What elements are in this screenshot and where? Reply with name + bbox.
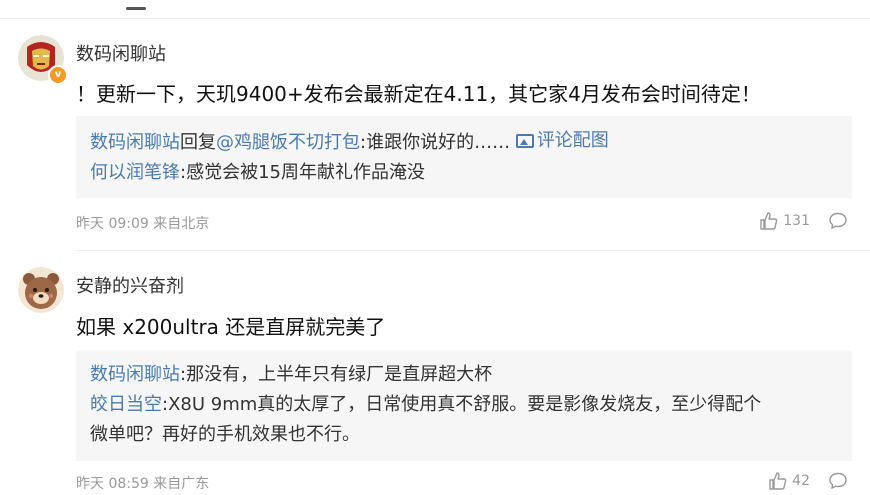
reply-item: 数码闲聊站:那没有，上半年只有绿厂是直屏超大杯 [90, 360, 838, 390]
bear-avatar-icon [18, 267, 64, 313]
comment-meta: 昨天 09:09 来自北京 [76, 216, 210, 232]
reply-mention[interactable]: @鸡腿饭不切打包 [216, 132, 360, 153]
reply-box[interactable]: 数码闲聊站回复@鸡腿饭不切打包:谁跟你说好的…… 评论配图 何以润笔锋:感觉会被… [76, 116, 852, 198]
reply-author[interactable]: 数码闲聊站 [90, 132, 180, 153]
reply-author[interactable]: 何以润笔锋 [90, 162, 180, 183]
reply-item: 数码闲聊站回复@鸡腿饭不切打包:谁跟你说好的…… 评论配图 [90, 126, 838, 158]
reply-text: :那没有，上半年只有绿厂是直屏超大杯 [180, 364, 493, 385]
comment-bubble-icon [829, 212, 847, 230]
comment-username[interactable]: 安静的兴奋剂 [76, 272, 184, 298]
verified-badge-icon: v [48, 65, 68, 85]
reply-author[interactable]: 皎日当空 [90, 394, 162, 415]
image-icon [515, 134, 534, 148]
reply-button[interactable] [828, 211, 848, 235]
comment-content: 如果 x200ultra 还是直屏就完美了 [76, 315, 386, 339]
comment-bubble-icon [829, 472, 847, 490]
top-divider [0, 18, 870, 19]
comment-content: ！更新一下，天玑9400+发布会最新定在4.11，其它家4月发布会时间待定！ [76, 82, 761, 106]
reply-word: 回复 [180, 132, 216, 153]
comment-divider [76, 250, 870, 251]
thumbs-up-icon [769, 472, 787, 490]
reply-text: :感觉会被15周年献礼作品淹没 [180, 162, 425, 183]
avatar[interactable] [18, 267, 64, 313]
image-link-label: 评论配图 [536, 130, 609, 151]
like-button[interactable]: 131 [759, 211, 810, 231]
reply-item: 皎日当空:X8U 9mm真的太厚了，日常使用真不舒服。要是影像发烧友，至少得配个 [90, 390, 838, 420]
reply-text: :谁跟你说好的…… [360, 132, 511, 153]
like-button[interactable]: 42 [768, 471, 810, 491]
reply-text-continued: 微单吧？再好的手机效果也不行。 [90, 424, 360, 445]
comment-username[interactable]: 数码闲聊站 [76, 40, 166, 66]
reply-button[interactable] [828, 471, 848, 495]
reply-text: :X8U 9mm真的太厚了，日常使用真不舒服。要是影像发烧友，至少得配个 [162, 394, 762, 415]
like-count: 131 [783, 213, 810, 229]
reply-author[interactable]: 数码闲聊站 [90, 364, 180, 385]
tab-indicator [126, 7, 146, 10]
reply-box[interactable]: 数码闲聊站:那没有，上半年只有绿厂是直屏超大杯 皎日当空:X8U 9mm真的太厚… [76, 350, 852, 461]
comment-meta: 昨天 08:59 来自广东 [76, 476, 210, 492]
comment-image-link[interactable]: 评论配图 [515, 126, 609, 156]
like-count: 42 [792, 473, 810, 489]
reply-item: 何以润笔锋:感觉会被15周年献礼作品淹没 [90, 158, 838, 188]
thumbs-up-icon [760, 212, 778, 230]
